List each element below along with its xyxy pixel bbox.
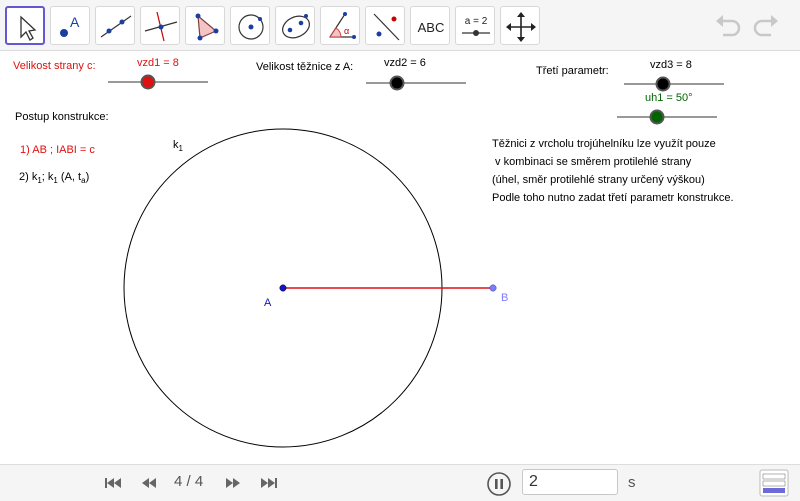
text-tool-icon: ABC xyxy=(418,20,445,35)
perpendicular-tool-icon xyxy=(144,11,178,42)
last-step-icon[interactable] xyxy=(259,475,279,491)
next-step-icon[interactable] xyxy=(223,475,243,491)
slider-vzd3-handle[interactable] xyxy=(655,76,671,92)
polygon-tool-button[interactable] xyxy=(185,6,225,45)
circle-k1-label: k1 xyxy=(173,139,183,153)
toolbar: A α ABC a = 2 xyxy=(0,0,800,51)
previous-step-icon[interactable] xyxy=(139,475,159,491)
reflect-tool-button[interactable] xyxy=(365,6,405,45)
note-line-3: (úhel, směr protilehlé strany určený výš… xyxy=(492,174,705,186)
slider-vzd1-label: vzd1 = 8 xyxy=(137,57,179,69)
circle-tool-button[interactable] xyxy=(230,6,270,45)
redo-icon xyxy=(753,15,778,37)
svg-text:a = 2: a = 2 xyxy=(465,16,488,27)
move-tool-button[interactable] xyxy=(5,6,45,45)
move-tool-icon xyxy=(20,15,37,41)
circle-center-tool-icon xyxy=(238,14,264,40)
note-line-2: v kombinaci se směrem protilehlé strany xyxy=(492,156,692,168)
point-b[interactable] xyxy=(489,284,497,292)
undo-button[interactable] xyxy=(712,10,744,40)
slider-vzd3-label: vzd3 = 8 xyxy=(650,59,692,71)
text-tool-button[interactable]: ABC xyxy=(410,6,450,45)
undo-icon xyxy=(716,15,741,37)
construction-heading: Postup konstrukce: xyxy=(15,111,109,123)
pause-icon[interactable] xyxy=(487,472,511,496)
slider-vzd1-caption: Velikost strany c: xyxy=(13,60,96,72)
point-tool-button[interactable]: A xyxy=(50,6,90,45)
svg-text:A: A xyxy=(70,14,80,30)
svg-text:ABC: ABC xyxy=(418,20,445,35)
slider-vzd2-label: vzd2 = 6 xyxy=(384,57,426,69)
point-a[interactable] xyxy=(279,284,287,292)
note-line-4: Podle toho nutno zadat třetí parametr ko… xyxy=(492,192,734,204)
svg-text:α: α xyxy=(344,26,349,36)
algebra-view-icon[interactable] xyxy=(759,469,789,497)
first-step-icon[interactable] xyxy=(103,475,123,491)
line-tool-button[interactable] xyxy=(95,6,135,45)
angle-tool-icon: α xyxy=(329,12,356,39)
slider-vzd2-caption: Velikost těžnice z A: xyxy=(256,61,354,73)
point-tool-icon: A xyxy=(60,14,80,37)
reflect-tool-icon xyxy=(373,13,400,41)
note-line-1: Těžnici z vrcholu trojúhelníku lze využí… xyxy=(492,138,716,150)
move-view-tool-button[interactable] xyxy=(500,6,540,45)
slider-vzd3-caption: Třetí parametr: xyxy=(536,65,609,77)
conic-tool-button[interactable] xyxy=(275,6,315,45)
polygon-tool-icon xyxy=(195,13,219,41)
redo-button[interactable] xyxy=(750,10,782,40)
seconds-unit-label: s xyxy=(628,474,636,491)
line-tool-icon xyxy=(100,15,132,38)
graphics-view[interactable]: Velikost strany c: vzd1 = 8 Velikost těž… xyxy=(0,51,800,464)
point-b-label: B xyxy=(501,292,509,304)
point-a-label: A xyxy=(264,297,272,309)
slider-tool-button[interactable]: a = 2 xyxy=(455,6,495,45)
step-duration-input[interactable]: 2 xyxy=(522,469,618,495)
conic-tool-icon xyxy=(282,14,310,39)
construction-step-2: 2) k1; k1 (A, ta) xyxy=(19,171,90,185)
move-view-tool-icon xyxy=(506,12,536,42)
angle-tool-button[interactable]: α xyxy=(320,6,360,45)
geometry-canvas xyxy=(108,74,724,448)
slider-vzd2-handle[interactable] xyxy=(389,75,405,91)
perpendicular-tool-button[interactable] xyxy=(140,6,180,45)
slider-uh1-handle[interactable] xyxy=(649,109,665,125)
slider-uh1-label: uh1 = 50° xyxy=(645,92,693,104)
slider-vzd1-handle[interactable] xyxy=(140,74,156,90)
step-indicator: 4 / 4 xyxy=(174,473,204,490)
construction-player-bar: 4 / 4 2 s xyxy=(0,464,800,501)
construction-step-1: 1) AB ; IABI = c xyxy=(20,144,95,156)
slider-tool-icon: a = 2 xyxy=(462,16,490,36)
